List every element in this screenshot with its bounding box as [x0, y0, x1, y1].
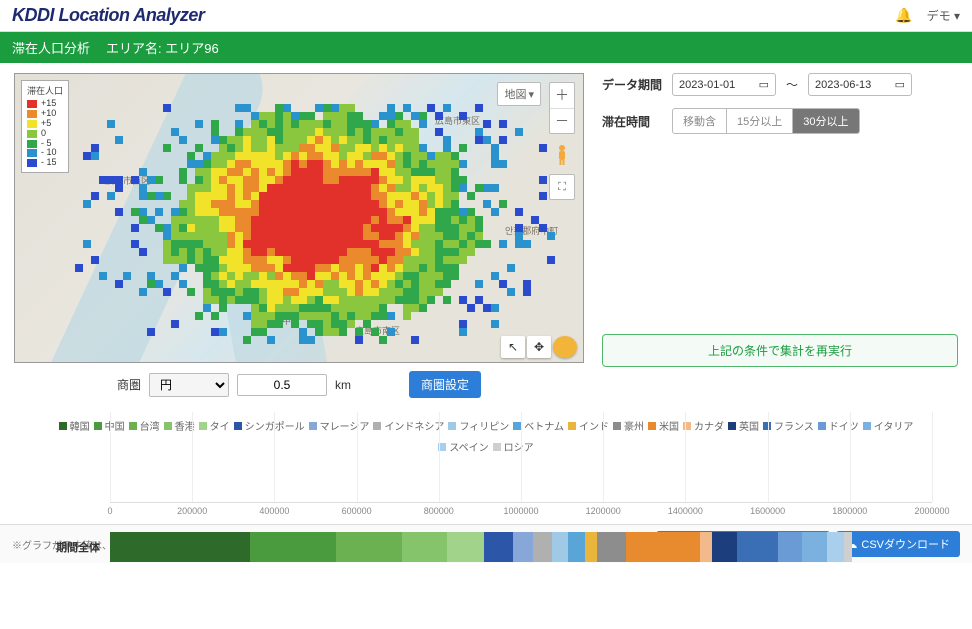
- x-axis: 0200000400000600000800000100000012000001…: [110, 502, 932, 518]
- bar-segment: [533, 532, 551, 562]
- zoom-control[interactable]: ＋ －: [549, 82, 575, 134]
- header: KDDI Location Analyzer 🔔 デモ ▾: [0, 0, 972, 32]
- stay-option[interactable]: 30分以上: [793, 109, 858, 133]
- heatmap: [75, 104, 555, 354]
- stacked-bar: [110, 532, 932, 562]
- pegman-icon[interactable]: [549, 142, 575, 168]
- bar-segment: [484, 532, 513, 562]
- shape-select[interactable]: 円: [149, 373, 229, 397]
- cursor-circle-icon[interactable]: [553, 336, 577, 358]
- logo: KDDI Location Analyzer: [12, 5, 204, 26]
- stay-segmented: 移動含15分以上30分以上: [672, 108, 860, 134]
- bar-segment: [552, 532, 568, 562]
- bell-icon[interactable]: 🔔: [895, 7, 912, 24]
- chart-area: 韓国中国台湾香港タイシンガポールマレーシアインドネシアフィリピンベトナムインド豪…: [0, 404, 972, 524]
- set-trade-area-button[interactable]: 商圏設定: [409, 371, 481, 398]
- bar-segment: [597, 532, 626, 562]
- bar-category-label: 期間全体: [40, 539, 100, 555]
- bar-segment: [513, 532, 534, 562]
- page-title: 滞在人口分析: [12, 38, 90, 57]
- calendar-icon: ▭: [895, 78, 905, 91]
- bar-segment: [712, 532, 737, 562]
- bar-segment: [700, 532, 712, 562]
- radius-unit: km: [335, 378, 351, 392]
- rerun-button[interactable]: 上記の条件で集計を再実行: [602, 334, 958, 367]
- stay-option[interactable]: 15分以上: [727, 109, 793, 133]
- calendar-icon: ▭: [759, 78, 769, 91]
- zoom-in-button[interactable]: ＋: [550, 83, 574, 109]
- bar-segment: [110, 532, 250, 562]
- cursor-move-icon[interactable]: ✥: [527, 336, 551, 358]
- bar-segment: [844, 532, 852, 562]
- bar-segment: [778, 532, 803, 562]
- map-type-selector[interactable]: 地図 ▾: [497, 82, 541, 106]
- zoom-out-button[interactable]: －: [550, 109, 574, 134]
- radius-input[interactable]: [237, 374, 327, 396]
- fullscreen-button[interactable]: ⛶: [549, 174, 575, 200]
- bar-segment: [336, 532, 402, 562]
- period-label: データ期間: [602, 76, 662, 93]
- stay-option[interactable]: 移動含: [673, 109, 727, 133]
- bar-segment: [626, 532, 700, 562]
- trade-area-label: 商圏: [117, 376, 141, 393]
- area-name: エリア名: エリア96: [106, 38, 219, 57]
- date-from-input[interactable]: 2023-01-01▭: [672, 73, 776, 96]
- stay-label: 滞在時間: [602, 113, 662, 130]
- bar-segment: [447, 532, 484, 562]
- bar-segment: [402, 532, 447, 562]
- map-legend: 滞在人口 +15+10+50- 5- 10- 15: [21, 80, 69, 173]
- subheader: 滞在人口分析 エリア名: エリア96: [0, 32, 972, 63]
- bar-segment: [827, 532, 843, 562]
- bar-segment: [568, 532, 584, 562]
- date-to-input[interactable]: 2023-06-13▭: [808, 73, 912, 96]
- map[interactable]: 広島市東区 広島市西区 안芸郡府中町 広島市中区 広島市南区 滞在人口 +15+…: [14, 73, 584, 363]
- cursor-default-icon[interactable]: ↖: [501, 336, 525, 358]
- bar-segment: [585, 532, 597, 562]
- bar-segment: [802, 532, 827, 562]
- bar-segment: [737, 532, 778, 562]
- user-menu[interactable]: デモ ▾: [927, 7, 960, 24]
- bar-segment: [250, 532, 336, 562]
